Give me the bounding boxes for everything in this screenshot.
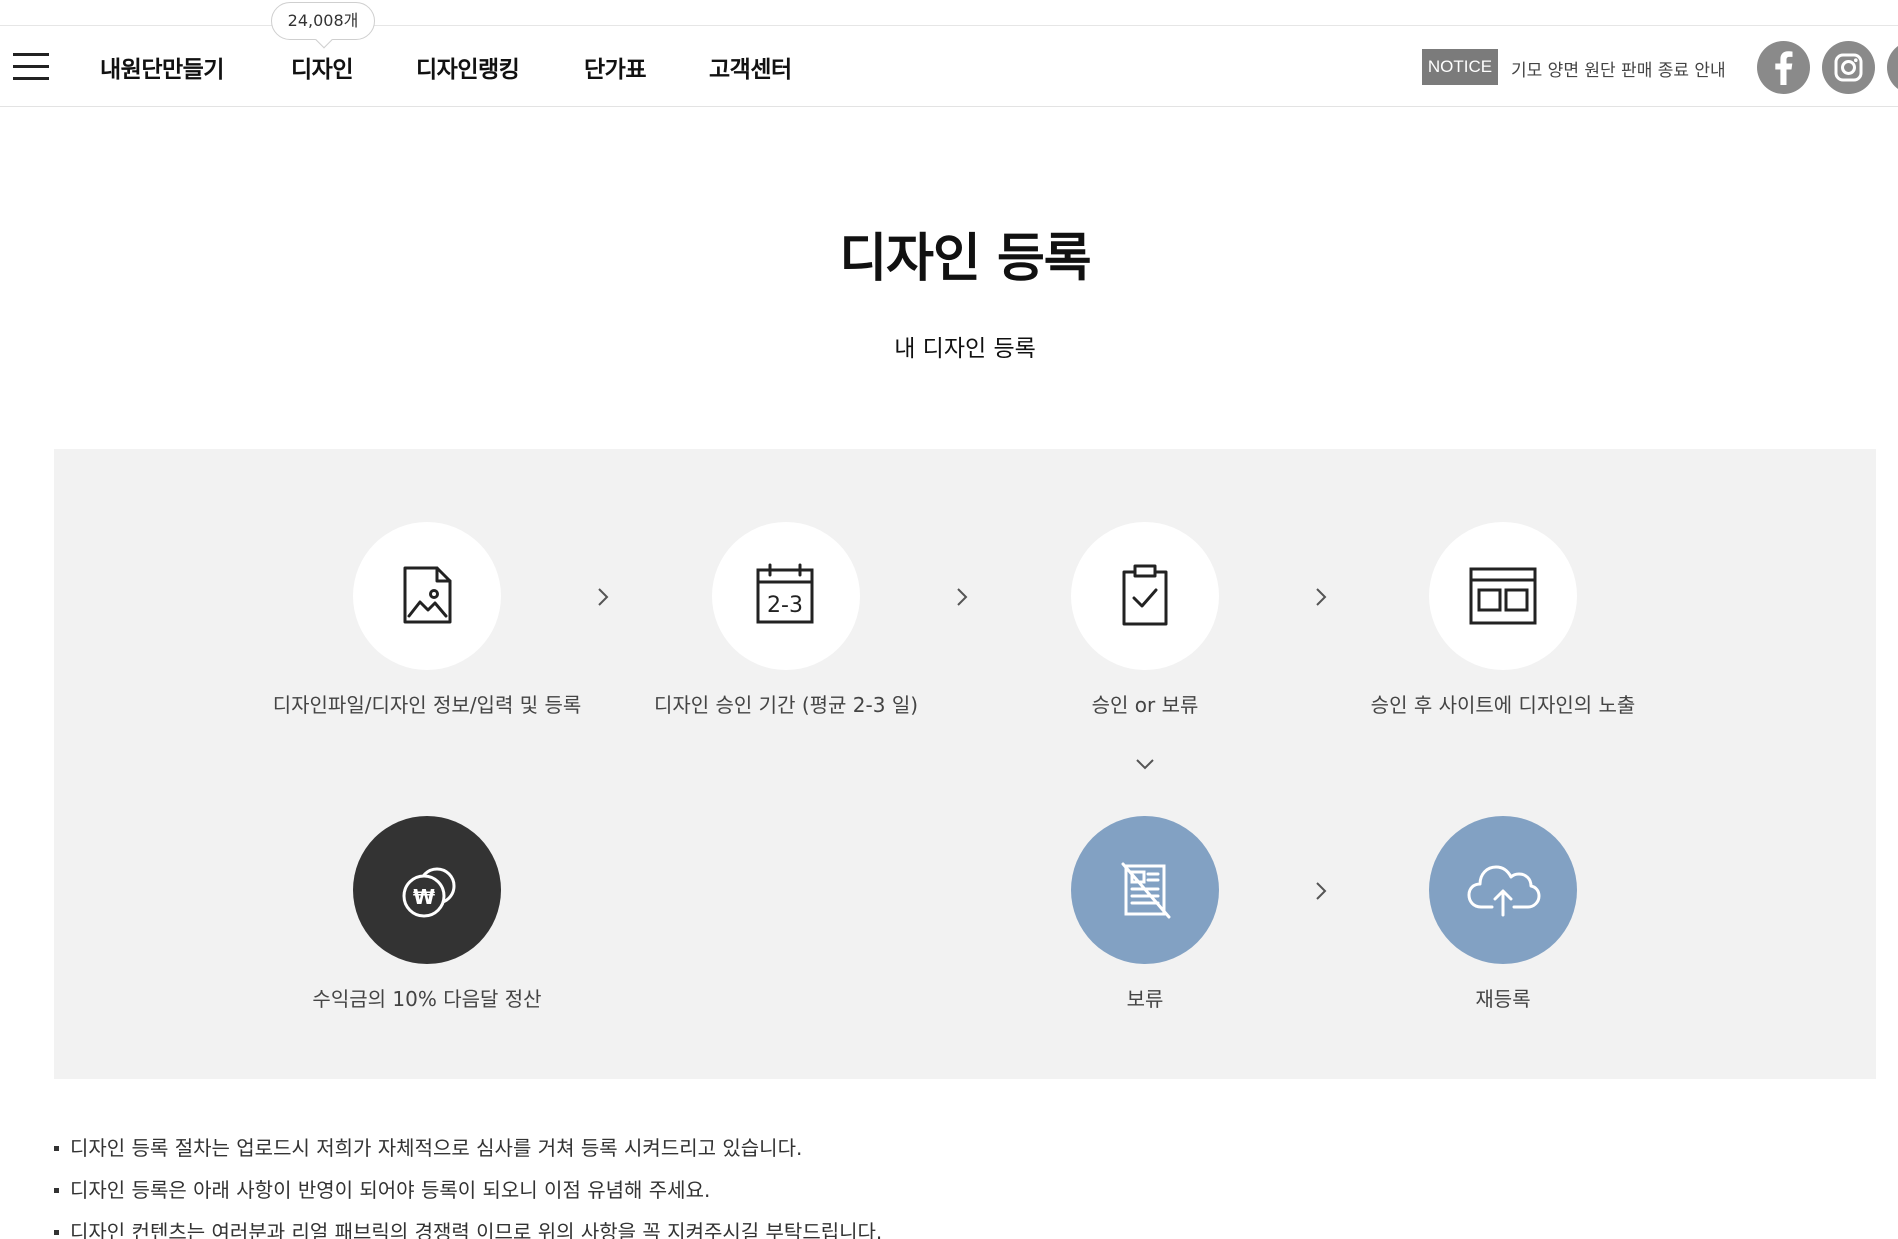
page-subtitle: 내 디자인 등록 [894,336,1036,362]
step-label-reregister: 재등록 [1475,987,1531,1011]
registration-process: 디자인파일/디자인 정보/입력 및 등록 2-3 디자인 승인 기간 (평균 2… [54,449,1876,1079]
step-label-upload: 디자인파일/디자인 정보/입력 및 등록 [272,693,582,717]
note-item: 디자인 등록은 아래 사항이 반영이 되어야 등록이 되오니 이점 유념해 주세… [54,1169,882,1211]
note-item: 디자인 컨텐츠는 여러분과 리얼 패브릭의 경쟁력 이므로 위의 사항을 꼭 지… [54,1211,882,1239]
chevron-right-icon [1316,588,1327,606]
notice-badge: NOTICE [1422,49,1498,85]
menu-icon[interactable] [13,53,49,81]
svg-text:₩: ₩ [413,885,435,909]
step-label-approve-or-hold: 승인 or 보류 [1091,693,1199,717]
registration-notes: 디자인 등록 절차는 업로드시 저희가 자체적으로 심사를 거쳐 등록 시켜드리… [54,1127,882,1239]
image-file-icon [353,522,501,670]
cloud-upload-icon [1429,816,1577,964]
chevron-right-icon [957,588,968,606]
step-label-hold: 보류 [1126,987,1164,1011]
page-title: 디자인 등록 [839,229,1091,289]
chevron-right-icon [1316,882,1327,900]
coins-won-icon: ₩ [353,816,501,964]
document-rejected-icon [1071,816,1219,964]
step-label-site-exposure: 승인 후 사이트에 디자인의 노출 [1370,693,1636,717]
more-social-icon[interactable] [1887,41,1898,94]
clipboard-check-icon [1071,522,1219,670]
step-label-settlement: 수익금의 10% 다음달 정산 [312,987,542,1011]
nav-item-make-fabric[interactable]: 내원단만들기 [100,50,224,84]
instagram-icon[interactable] [1822,41,1875,94]
chevron-down-icon [1136,759,1154,770]
chevron-right-icon [598,588,609,606]
notice-link[interactable]: 기모 양면 원단 판매 종료 안내 [1511,56,1726,81]
nav-item-price-table[interactable]: 단가표 [584,50,646,84]
browser-window-icon [1429,522,1577,670]
facebook-icon[interactable] [1757,41,1810,94]
note-item: 디자인 등록 절차는 업로드시 저희가 자체적으로 심사를 거쳐 등록 시켜드리… [54,1127,882,1169]
main-navigation: 내원단만들기 디자인 디자인랭킹 단가표 고객센터 NOTICE 기모 양면 원… [0,26,1898,107]
nav-item-design[interactable]: 디자인 [291,50,353,84]
calendar-icon: 2-3 [712,522,860,670]
nav-item-design-ranking[interactable]: 디자인랭킹 [416,50,520,84]
nav-item-customer-center[interactable]: 고객센터 [709,50,792,84]
step-label-approval-period: 디자인 승인 기간 (평균 2-3 일) [653,693,919,717]
svg-text:2-3: 2-3 [767,593,803,618]
